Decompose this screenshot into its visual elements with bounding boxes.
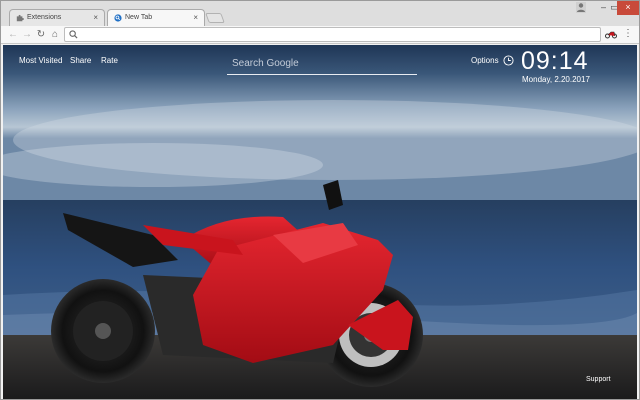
clock-icon[interactable] <box>503 55 514 66</box>
tab-new-tab[interactable]: New Tab × <box>107 9 205 27</box>
back-icon[interactable]: ← <box>7 28 19 41</box>
search-box[interactable] <box>227 53 417 75</box>
reload-icon[interactable]: ↻ <box>35 28 47 41</box>
puzzle-icon <box>16 14 24 22</box>
browser-window: Extensions × New Tab × – ▭ × ← → ↻ ⌂ ⋮ M… <box>0 0 640 400</box>
tab-close-icon[interactable]: × <box>93 13 98 22</box>
clock-date: Monday, 2.20.2017 <box>522 75 590 84</box>
new-tab-favicon <box>114 14 122 22</box>
profile-icon[interactable] <box>576 2 586 13</box>
omnibox-input[interactable] <box>81 29 591 40</box>
toolbar: ← → ↻ ⌂ ⋮ <box>1 26 639 44</box>
options-link[interactable]: Options <box>471 56 499 65</box>
search-icon <box>69 30 78 39</box>
search-input[interactable] <box>227 53 417 74</box>
share-link[interactable]: Share <box>70 56 91 65</box>
tab-extensions[interactable]: Extensions × <box>9 9 105 26</box>
tab-title: New Tab <box>125 14 153 21</box>
close-window-button[interactable]: × <box>617 1 639 15</box>
tab-close-icon[interactable]: × <box>193 13 198 22</box>
clock-time: 09:14 <box>521 47 589 75</box>
menu-icon[interactable]: ⋮ <box>623 28 633 39</box>
home-icon[interactable]: ⌂ <box>49 28 61 41</box>
support-link[interactable]: Support <box>586 376 611 383</box>
rate-link[interactable]: Rate <box>101 56 118 65</box>
new-tab-page: Most Visited Share Rate Options 09:14 Mo… <box>3 45 637 399</box>
new-tab-button[interactable] <box>205 13 225 23</box>
most-visited-link[interactable]: Most Visited <box>19 56 62 65</box>
omnibox[interactable] <box>64 27 601 42</box>
motorcycle-wallpaper <box>3 45 637 399</box>
motorcycle-extension-icon[interactable] <box>605 29 617 39</box>
tab-title: Extensions <box>27 14 62 21</box>
forward-icon[interactable]: → <box>21 28 33 41</box>
tab-strip: Extensions × New Tab × – ▭ × <box>1 1 639 27</box>
